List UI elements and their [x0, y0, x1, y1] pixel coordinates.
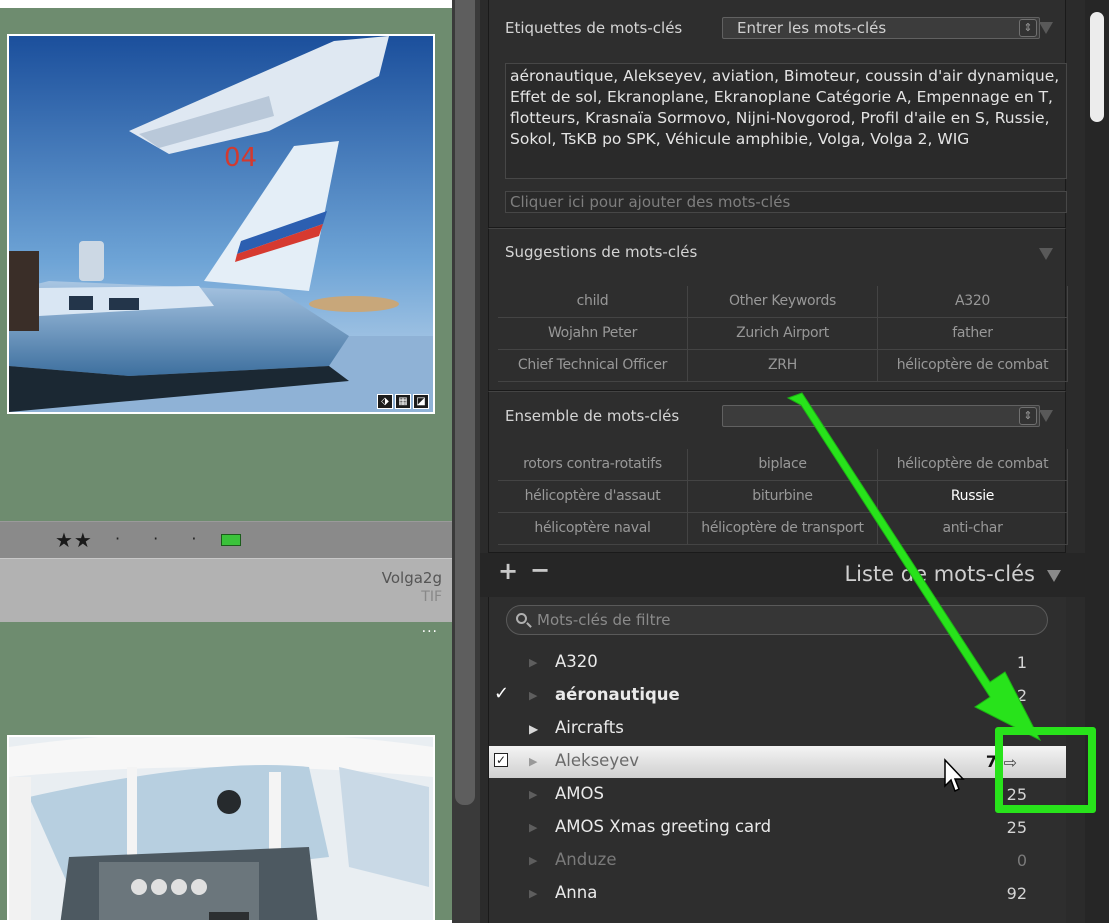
set-keyword[interactable]: rotors contra-rotatifs [498, 449, 688, 481]
suggestion-keyword[interactable]: Zurich Airport [688, 318, 878, 350]
keyword-mode-select[interactable]: Entrer les mots-clés ⇕ [722, 17, 1040, 39]
select-stepper-icon: ⇕ [1019, 19, 1037, 37]
keyword-name: A320 [555, 652, 598, 671]
keyword-set-title: Ensemble de mots-clés [505, 407, 680, 425]
expand-arrow-icon: ▶ [529, 788, 538, 801]
mouse-cursor-icon [944, 758, 965, 793]
add-keywords-input[interactable]: Cliquer ici pour ajouter des mots-clés [505, 191, 1067, 213]
add-keyword-button[interactable]: + [498, 557, 518, 585]
select-stepper-icon: ⇕ [1019, 407, 1037, 425]
keyword-list-header: + − Liste de mots-clés [480, 553, 1085, 597]
suggestion-keyword[interactable]: A320 [878, 286, 1068, 318]
color-label-green[interactable] [221, 534, 241, 546]
keyword-name: Alekseyev [555, 751, 640, 770]
checkmark-icon[interactable]: ✓ [494, 683, 509, 704]
keyword-set-select[interactable]: ⇕ [722, 405, 1040, 427]
file-info-bar: Volga2g TIF [0, 558, 452, 622]
keyword-filter-input[interactable]: Mots-clés de filtre [506, 605, 1048, 635]
grid-scrollbar-thumb[interactable] [455, 0, 475, 805]
remove-keyword-button[interactable]: − [530, 556, 550, 584]
cockpit-image [9, 737, 433, 920]
window-edge [1109, 0, 1115, 923]
keyword-name: Aircrafts [555, 718, 624, 737]
keyword-row[interactable]: ▶ A320 1 [489, 647, 1066, 679]
search-icon [516, 613, 527, 624]
keywording-title: Etiquettes de mots-clés [505, 19, 683, 37]
keyword-list: Mots-clés de filtre ▶ A320 1 ✓ ▶ aéronau… [488, 597, 1066, 923]
keyword-name: aéronautique [555, 685, 680, 704]
keyword-count: 25 [1006, 818, 1027, 837]
expand-arrow-icon[interactable]: ▶ [529, 722, 538, 736]
keyword-count: 0 [1016, 851, 1027, 870]
more-options-icon[interactable]: ··· [422, 624, 438, 640]
panel-scrollbar-thumb[interactable] [1090, 12, 1104, 122]
photo-thumbnail-cockpit[interactable] [7, 735, 435, 920]
collapse-triangle-icon[interactable] [1039, 248, 1053, 260]
keyword-count: 92 [1006, 884, 1027, 903]
thumbnail-badges: ⬗ ▦ ◪ [377, 394, 429, 409]
keyword-count: 1 [1016, 653, 1027, 672]
keyword-row[interactable]: ▶ Anna 92 [489, 878, 1066, 910]
rating-stars[interactable]: ★★ [55, 528, 93, 552]
keyword-row[interactable]: ▶ Aircrafts [489, 713, 1066, 745]
keyword-set-section: Ensemble de mots-clés ⇕ rotors contra-ro… [488, 391, 1068, 553]
set-keyword[interactable]: hélicoptère de transport [688, 513, 878, 545]
photo-thumbnail-ekranoplane[interactable]: 04 ⬗ ▦ ◪ [7, 34, 435, 414]
keyword-row[interactable]: ▶ Anduze 0 [489, 845, 1066, 877]
keywording-section: Etiquettes de mots-clés Entrer les mots-… [488, 0, 1067, 228]
suggestion-keyword[interactable]: Chief Technical Officer [498, 350, 688, 382]
keyword-name: Anduze [555, 850, 617, 869]
collapse-triangle-icon[interactable] [1047, 570, 1061, 582]
expand-arrow-icon: ▶ [529, 689, 538, 702]
keyword-row-selected[interactable]: ✓ ▶ Alekseyev 7 ⇨ [489, 746, 1066, 778]
keyword-list-title: Liste de mots-clés [844, 562, 1035, 586]
keyword-row[interactable]: ▶ AMOS Xmas greeting card 25 [489, 812, 1066, 844]
collapse-triangle-icon[interactable] [1039, 410, 1053, 422]
set-keyword[interactable]: hélicoptère naval [498, 513, 688, 545]
expand-arrow-icon: ▶ [529, 854, 538, 867]
checkbox-icon[interactable]: ✓ [494, 753, 508, 767]
set-keyword[interactable]: biturbine [688, 481, 878, 513]
keyword-set-grid: rotors contra-rotatifs biplace hélicoptè… [498, 449, 1068, 545]
annotation-highlight-box [995, 727, 1096, 813]
suggestion-keyword[interactable]: Wojahn Peter [498, 318, 688, 350]
suggestion-keyword[interactable]: father [878, 318, 1068, 350]
expand-arrow-icon: ▶ [529, 887, 538, 900]
set-keyword-active[interactable]: Russie [878, 481, 1068, 513]
collapse-triangle-icon[interactable] [1039, 22, 1053, 34]
develop-badge-icon[interactable]: ◪ [413, 394, 429, 409]
expand-arrow-icon: ▶ [529, 821, 538, 834]
expand-arrow-icon: ▶ [529, 656, 538, 669]
keyword-name: AMOS [555, 784, 604, 803]
file-type: TIF [421, 589, 442, 605]
file-name: Volga2g [381, 569, 442, 587]
set-keyword[interactable]: hélicoptère d'assaut [498, 481, 688, 513]
suggestion-keyword[interactable]: ZRH [688, 350, 878, 382]
keyword-suggestions-section: Suggestions de mots-clés child Other Key… [488, 228, 1068, 391]
filter-placeholder: Mots-clés de filtre [537, 611, 671, 629]
suggestion-keyword[interactable]: child [498, 286, 688, 318]
rating-empty-dots[interactable]: · · · [115, 529, 210, 548]
keyword-name: Anna [555, 883, 598, 902]
suggestion-keyword[interactable]: hélicoptère de combat [878, 350, 1068, 382]
ekranoplane-image: 04 [9, 36, 433, 412]
suggestion-keyword[interactable]: Other Keywords [688, 286, 878, 318]
keyword-row[interactable]: ▶ AMOS 25 [489, 779, 1066, 811]
suggestions-title: Suggestions de mots-clés [505, 243, 698, 261]
crop-badge-icon[interactable]: ▦ [395, 394, 411, 409]
expand-arrow-icon: ▶ [529, 755, 538, 768]
suggestions-grid: child Other Keywords A320 Wojahn Peter Z… [498, 286, 1068, 382]
keyword-row[interactable]: ✓ ▶ aéronautique 2 [489, 680, 1066, 712]
svg-text:04: 04 [224, 143, 257, 173]
keyword-badge-icon[interactable]: ⬗ [377, 394, 393, 409]
keyword-count: 2 [1016, 686, 1027, 705]
rating-bar: ★★ · · · [0, 521, 452, 558]
keyword-mode-value: Entrer les mots-clés [737, 19, 887, 37]
set-keyword[interactable]: anti-char [878, 513, 1068, 545]
set-keyword[interactable]: biplace [688, 449, 878, 481]
photo-grid: 04 ⬗ ▦ ◪ ★★ · · · Volga2g TIF ··· [0, 8, 452, 920]
keywords-textarea[interactable]: aéronautique, Alekseyev, aviation, Bimot… [505, 63, 1067, 179]
keyword-name: AMOS Xmas greeting card [555, 817, 772, 836]
set-keyword[interactable]: hélicoptère de combat [878, 449, 1068, 481]
